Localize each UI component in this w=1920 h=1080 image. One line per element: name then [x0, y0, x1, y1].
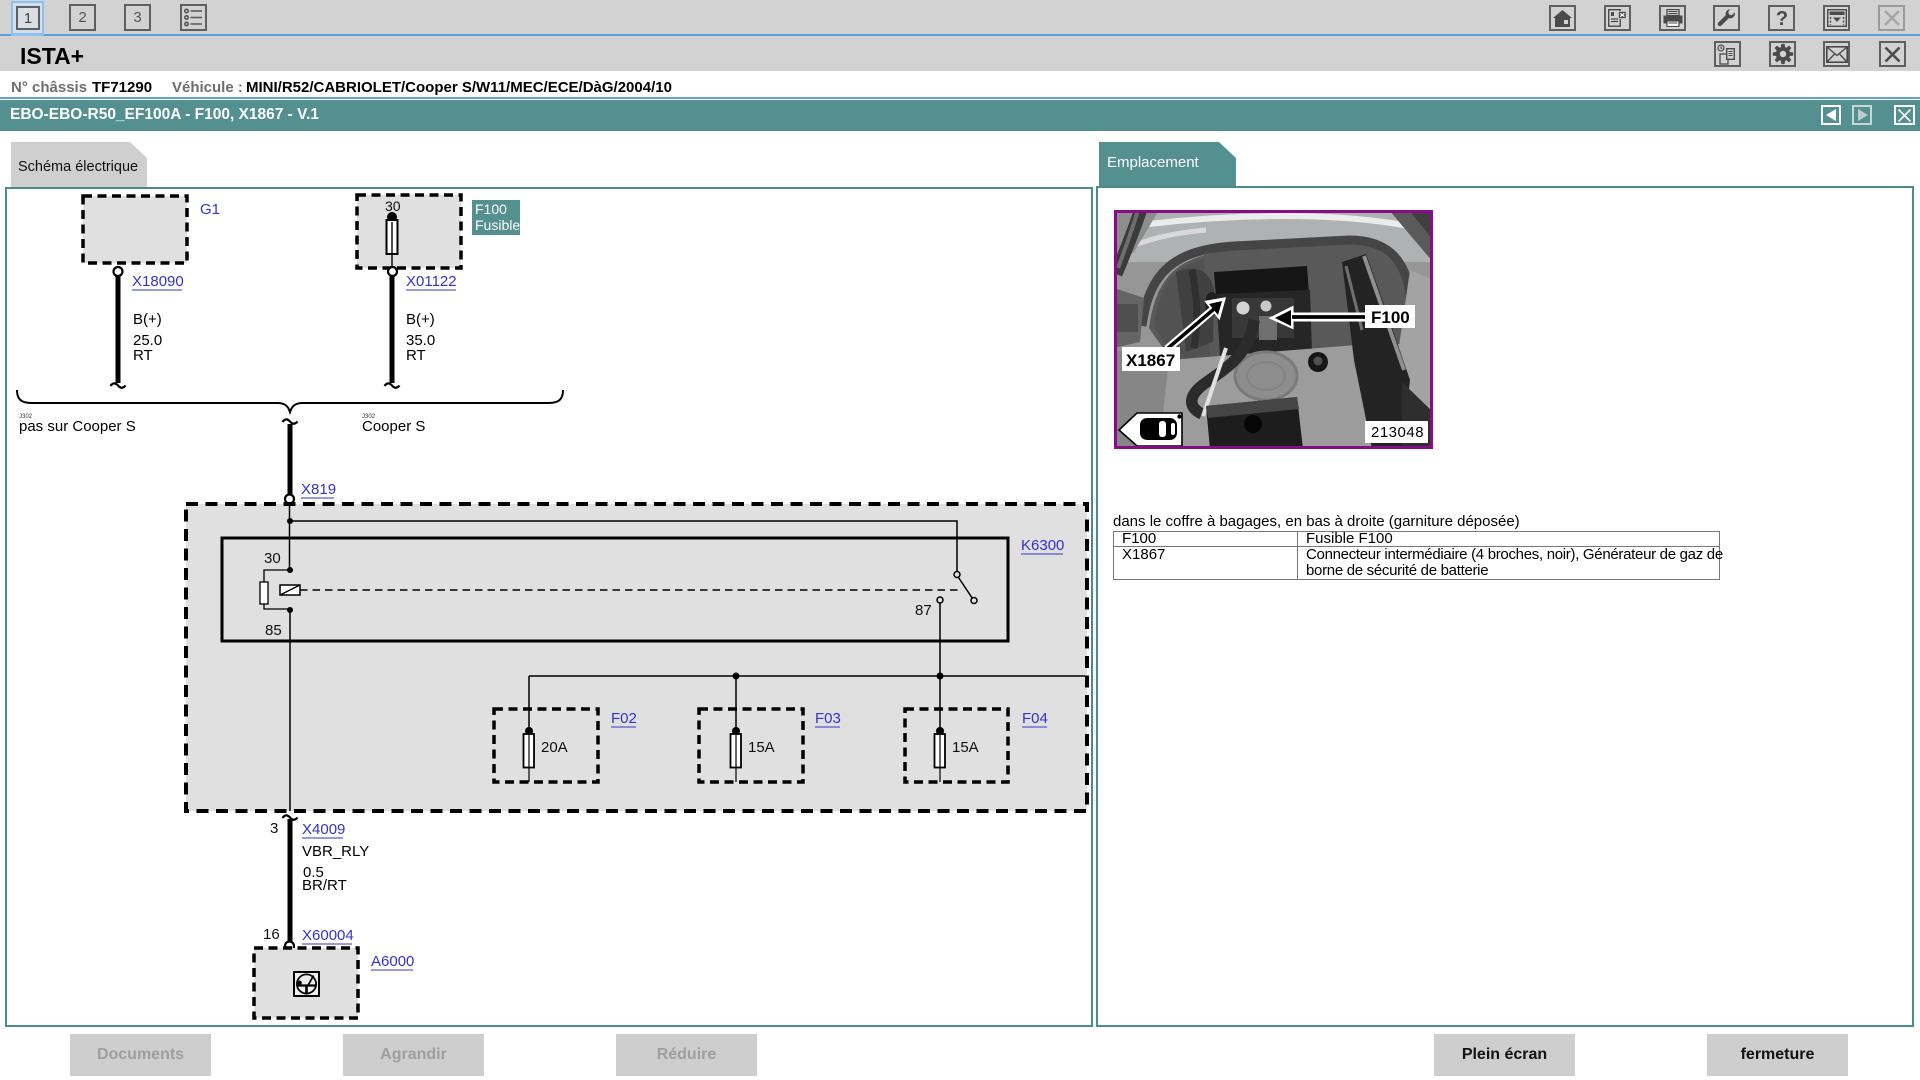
- svg-text:F03: F03: [815, 710, 841, 727]
- svg-text:K6300: K6300: [1021, 537, 1064, 554]
- svg-text:VBR_RLY: VBR_RLY: [302, 843, 369, 860]
- svg-text:B(+): B(+): [133, 311, 162, 328]
- svg-text:213048: 213048: [1371, 424, 1424, 441]
- svg-text:Cooper S: Cooper S: [362, 418, 425, 435]
- svg-text:A6000: A6000: [371, 953, 414, 970]
- svg-text:F04: F04: [1022, 710, 1048, 727]
- svg-text:RT: RT: [133, 347, 153, 364]
- svg-text:?: ?: [1775, 8, 1787, 29]
- svg-text:X1867: X1867: [1126, 351, 1175, 370]
- svg-text:F02: F02: [611, 710, 637, 727]
- svg-text:X01122: X01122: [406, 273, 457, 290]
- svg-text:15A: 15A: [748, 739, 775, 756]
- svg-text:3: 3: [270, 820, 278, 837]
- svg-text:30: 30: [385, 198, 401, 214]
- svg-text:BR/RT: BR/RT: [302, 877, 347, 894]
- svg-text:87: 87: [915, 602, 932, 619]
- svg-text:X18090: X18090: [132, 273, 184, 290]
- svg-text:30: 30: [264, 550, 281, 567]
- svg-text:RT: RT: [406, 347, 426, 364]
- svg-text:G1: G1: [200, 201, 220, 218]
- svg-text:85: 85: [265, 622, 282, 639]
- svg-text:pas sur Cooper S: pas sur Cooper S: [19, 418, 136, 435]
- svg-text:F100: F100: [475, 201, 507, 217]
- svg-text:B(+): B(+): [406, 311, 435, 328]
- svg-text:F100: F100: [1371, 308, 1410, 327]
- svg-text:X819: X819: [301, 481, 336, 498]
- svg-text:16: 16: [263, 926, 280, 943]
- svg-text:20A: 20A: [541, 739, 568, 756]
- svg-text:15A: 15A: [952, 739, 979, 756]
- svg-text:X4009: X4009: [302, 821, 345, 838]
- svg-text:Fusible: Fusible: [475, 217, 520, 233]
- svg-text:X60004: X60004: [302, 927, 354, 944]
